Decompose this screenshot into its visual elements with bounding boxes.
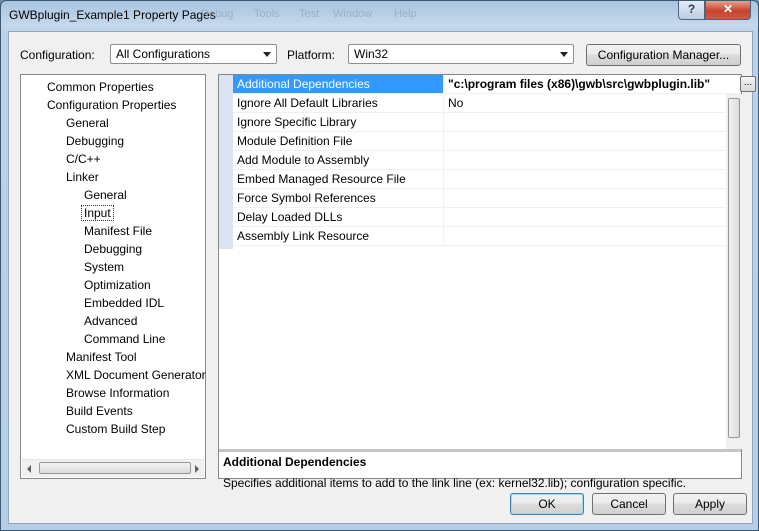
chevron-down-icon: [263, 52, 271, 57]
tree-item[interactable]: Advanced: [84, 314, 137, 328]
tree-item[interactable]: System: [84, 260, 124, 274]
configuration-label: Configuration:: [20, 48, 95, 62]
scroll-thumb[interactable]: [728, 98, 740, 438]
property-row[interactable]: Embed Managed Resource File: [233, 170, 741, 189]
property-name: Add Module to Assembly: [233, 151, 444, 169]
configuration-manager-button[interactable]: Configuration Manager...: [586, 44, 741, 66]
property-row[interactable]: Add Module to Assembly: [233, 151, 741, 170]
property-row[interactable]: Delay Loaded DLLs: [233, 208, 741, 227]
property-value[interactable]: [445, 227, 744, 245]
property-name: Additional Dependencies: [233, 75, 444, 93]
close-button[interactable]: ✕: [705, 1, 751, 20]
ghost-menu-window: Window: [333, 8, 373, 20]
help-button[interactable]: ?: [678, 1, 705, 20]
property-row[interactable]: Ignore All Default Libraries No: [233, 94, 741, 113]
edit-value-button[interactable]: ...: [740, 76, 756, 92]
property-row[interactable]: Force Symbol References: [233, 189, 741, 208]
description-title: Additional Dependencies: [223, 455, 367, 469]
property-name: Delay Loaded DLLs: [233, 208, 444, 226]
tree-item[interactable]: Common Properties: [47, 80, 154, 94]
ghost-menu-test: Test: [299, 8, 320, 20]
configuration-dropdown[interactable]: All Configurations: [110, 44, 277, 64]
tree-item[interactable]: Input: [81, 205, 114, 221]
tree-item[interactable]: Command Line: [84, 332, 165, 346]
tree-item[interactable]: Build Events: [66, 404, 133, 418]
property-value[interactable]: [445, 113, 744, 131]
property-row[interactable]: Assembly Link Resource: [233, 227, 741, 246]
property-name: Embed Managed Resource File: [233, 170, 444, 188]
title-bar[interactable]: GWBplugin_Example1 Property Pages Debug …: [1, 1, 758, 31]
property-row[interactable]: Additional Dependencies "c:\program files…: [233, 75, 756, 94]
tree-item[interactable]: Manifest File: [84, 224, 152, 238]
property-name: Assembly Link Resource: [233, 227, 444, 245]
description-text: Specifies additional items to add to the…: [223, 476, 686, 490]
description-pane: Additional Dependencies Specifies additi…: [219, 452, 741, 490]
ghost-menu-tools: Tools: [254, 8, 280, 20]
property-value[interactable]: [445, 132, 744, 150]
dialog-client-area: Configuration: All Configurations Platfo…: [8, 31, 756, 524]
scroll-left-icon[interactable]: [27, 465, 31, 473]
tree-item[interactable]: XML Document Generator: [66, 368, 206, 382]
tree-item[interactable]: Debugging: [84, 242, 142, 256]
scroll-thumb[interactable]: [39, 462, 191, 474]
platform-label: Platform:: [287, 48, 336, 62]
configuration-value: All Configurations: [116, 47, 211, 61]
grid-gutter: [219, 75, 233, 249]
property-pages-dialog: GWBplugin_Example1 Property Pages Debug …: [0, 0, 759, 531]
grid-vertical-scrollbar[interactable]: [726, 94, 742, 449]
property-value[interactable]: [445, 189, 744, 207]
tree-item[interactable]: Debugging: [66, 134, 124, 148]
tree-item[interactable]: Configuration Properties: [47, 98, 176, 112]
tree-item[interactable]: Custom Build Step: [66, 422, 165, 436]
scroll-right-icon[interactable]: [195, 465, 199, 473]
apply-button[interactable]: Apply: [673, 493, 747, 515]
tree-item[interactable]: General: [66, 116, 109, 130]
help-icon: ?: [687, 2, 696, 16]
property-name: Force Symbol References: [233, 189, 444, 207]
cancel-button[interactable]: Cancel: [592, 493, 666, 515]
tree-item[interactable]: General: [84, 188, 127, 202]
tree-item[interactable]: Browse Information: [66, 386, 169, 400]
tree-item[interactable]: Embedded IDL: [84, 296, 164, 310]
ghost-menu-debug: Debug: [201, 8, 234, 20]
platform-value: Win32: [354, 47, 389, 61]
chevron-down-icon: [560, 52, 568, 57]
tree-item[interactable]: Manifest Tool: [66, 350, 136, 364]
property-value[interactable]: No: [445, 94, 744, 112]
tree-horizontal-scrollbar[interactable]: [22, 459, 204, 477]
property-row[interactable]: Module Definition File: [233, 132, 741, 151]
window-title: GWBplugin_Example1 Property Pages: [9, 8, 216, 22]
platform-dropdown[interactable]: Win32: [348, 44, 574, 64]
ok-button[interactable]: OK: [510, 493, 584, 515]
property-row[interactable]: Ignore Specific Library: [233, 113, 741, 132]
property-value[interactable]: [445, 170, 744, 188]
property-value[interactable]: [445, 208, 744, 226]
property-grid: Additional Dependencies "c:\program files…: [218, 74, 756, 490]
property-value[interactable]: [445, 151, 744, 169]
close-icon: ✕: [722, 2, 734, 16]
property-name: Ignore Specific Library: [233, 113, 444, 131]
tree-item[interactable]: Optimization: [84, 278, 151, 292]
tree-item[interactable]: Linker: [66, 170, 99, 184]
property-name: Module Definition File: [233, 132, 444, 150]
ghost-menu-help: Help: [394, 8, 417, 20]
property-name: Ignore All Default Libraries: [233, 94, 444, 112]
property-value[interactable]: "c:\program files (x86)\gwb\src\gwbplugi…: [445, 75, 744, 93]
tree-item[interactable]: C/C++: [66, 152, 101, 166]
category-tree[interactable]: Common Properties Configuration Propertie…: [20, 74, 206, 479]
